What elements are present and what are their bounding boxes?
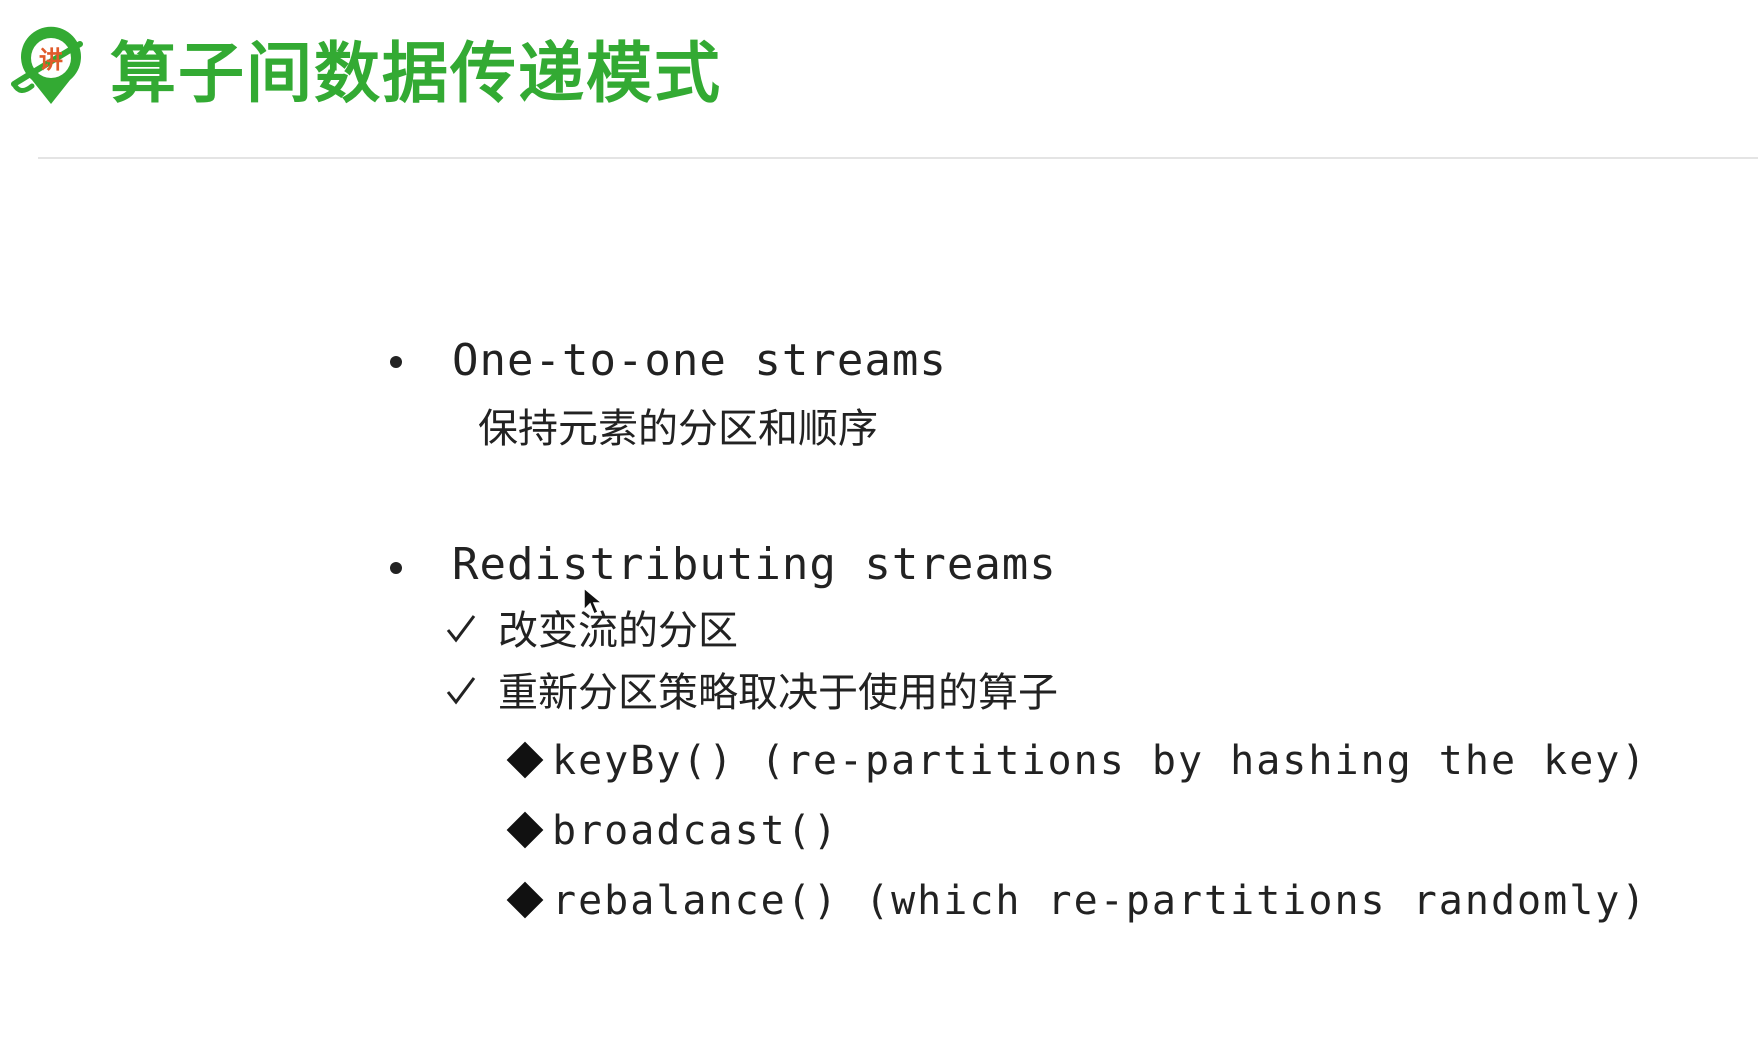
logo-text: 讲 bbox=[39, 46, 63, 74]
check-icon-2 bbox=[446, 677, 476, 705]
check-icon-1 bbox=[446, 615, 476, 643]
section-heading-redistributing: Redistributing streams bbox=[452, 539, 1057, 590]
mouse-cursor-icon bbox=[583, 586, 604, 616]
section-description-one-to-one: 保持元素的分区和顺序 bbox=[478, 406, 878, 452]
method-keyby: keyBy() (re-partitions by hashing the ke… bbox=[552, 738, 1648, 784]
check-item-change-partition: 改变流的分区 bbox=[498, 608, 738, 654]
title-divider bbox=[38, 157, 1758, 159]
page-title: 算子间数据传递模式 bbox=[110, 35, 722, 112]
bullet-dot-1 bbox=[390, 356, 402, 368]
method-rebalance: rebalance() (which re-partitions randoml… bbox=[552, 878, 1648, 924]
section-heading-one-to-one: One-to-one streams bbox=[452, 335, 947, 386]
method-broadcast: broadcast() bbox=[552, 808, 839, 854]
diamond-bullet-icon-2 bbox=[506, 811, 544, 849]
logo-icon: 讲 bbox=[11, 26, 83, 105]
diamond-bullet-icon-3 bbox=[506, 881, 544, 919]
diamond-bullet-icon-1 bbox=[506, 741, 544, 779]
bullet-dot-2 bbox=[390, 562, 402, 574]
check-item-repartition-strategy: 重新分区策略取决于使用的算子 bbox=[498, 670, 1058, 716]
